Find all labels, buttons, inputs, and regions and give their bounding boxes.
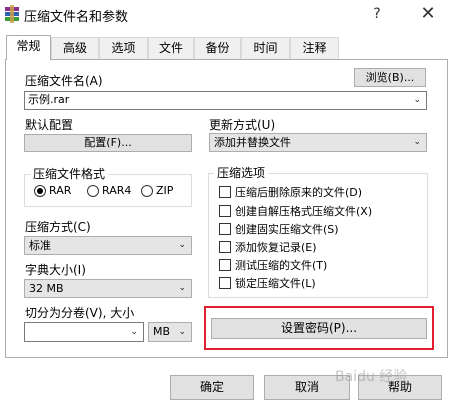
chevron-down-icon: ⌄ [130,327,138,337]
browse-button[interactable]: 浏览(B)... [354,68,426,87]
archive-name-value: 示例.rar [28,93,70,106]
checkbox-recovery-record-label: 添加恢复记录(E) [235,241,317,254]
compression-method-select[interactable]: 标准 ⌄ [24,236,192,255]
update-mode-select[interactable]: 添加并替换文件 ⌄ [209,133,427,152]
close-button[interactable]: ✕ [416,2,440,26]
archive-options-title: 压缩选项 [214,164,269,181]
radio-rar-label: RAR [49,184,72,197]
dictionary-size-value: 32 MB [29,282,64,295]
checkbox-create-solid[interactable] [219,223,231,235]
checkbox-create-solid-label: 创建固实压缩文件(S) [235,223,339,236]
checkbox-recovery-record[interactable] [219,241,231,253]
password-highlight-box [204,306,434,350]
winrar-app-icon [5,5,19,23]
compression-method-label: 压缩方式(C) [25,220,91,234]
chevron-down-icon: ⌄ [178,283,186,293]
update-mode-value: 添加并替换文件 [214,136,291,149]
window-title: 压缩文件名和参数 [24,10,129,25]
tab-options[interactable]: 选项 [99,37,148,59]
checkbox-test-files-label: 测试压缩的文件(T) [235,259,328,272]
radio-zip[interactable] [141,185,153,197]
archive-format-title: 压缩文件格式 [30,165,109,182]
tab-comment[interactable]: 注释 [290,37,339,59]
tab-general[interactable]: 常规 [6,35,51,60]
radio-zip-label: ZIP [156,184,174,197]
checkbox-delete-after-label: 压缩后删除原来的文件(D) [235,186,363,199]
checkbox-create-sfx[interactable] [219,205,231,217]
radio-rar4[interactable] [87,185,99,197]
archive-name-input[interactable]: 示例.rar ⌄ [24,91,427,110]
checkbox-lock-archive[interactable] [219,277,231,289]
chevron-down-icon: ⌄ [413,95,421,105]
help-button[interactable]: ? [367,4,387,24]
compression-method-value: 标准 [29,239,51,252]
chevron-down-icon: ⌄ [178,240,186,250]
checkbox-lock-archive-label: 锁定压缩文件(L) [235,277,316,290]
radio-rar4-label: RAR4 [102,184,132,197]
split-volumes-label: 切分为分卷(V), 大小 [25,306,135,320]
dictionary-size-label: 字典大小(I) [25,263,86,277]
baidu-watermark: Baidu 经验 [335,369,408,385]
tab-advanced[interactable]: 高级 [51,37,99,59]
profiles-button[interactable]: 配置(F)... [24,134,192,152]
chevron-down-icon: ⌄ [413,137,421,147]
ok-button[interactable]: 确定 [170,375,254,400]
checkbox-test-files[interactable] [219,259,231,271]
checkbox-create-sfx-label: 创建自解压格式压缩文件(X) [235,205,373,218]
tab-backup[interactable]: 备份 [194,37,241,59]
radio-rar[interactable] [34,185,46,197]
dictionary-size-select[interactable]: 32 MB ⌄ [24,279,192,298]
split-unit-select[interactable]: MB ⌄ [148,322,192,342]
update-mode-label: 更新方式(U) [209,118,276,132]
default-profile-label: 默认配置 [25,118,74,132]
split-volumes-input[interactable]: ⌄ [24,322,144,342]
split-unit-value: MB [153,325,171,338]
tab-time[interactable]: 时间 [241,37,290,59]
chevron-down-icon: ⌄ [178,327,186,337]
tab-files[interactable]: 文件 [148,37,194,59]
archive-name-label: 压缩文件名(A) [25,74,103,88]
checkbox-delete-after[interactable] [219,186,231,198]
